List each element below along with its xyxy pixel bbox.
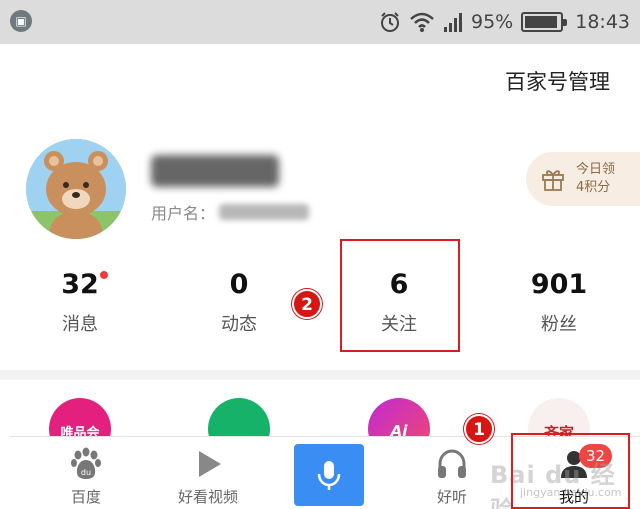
battery-icon xyxy=(521,12,568,32)
svg-text:du: du xyxy=(81,468,91,477)
microphone-icon xyxy=(317,461,341,490)
alarm-icon xyxy=(381,12,399,32)
stat-label: 粉丝 xyxy=(541,314,577,335)
gift-icon xyxy=(542,170,564,191)
nav-label: 好看视频 xyxy=(177,488,238,506)
baijiahao-manage-link[interactable]: 百家号管理 xyxy=(505,66,610,96)
screenshot-notification-icon: ▣ xyxy=(10,10,32,32)
nav-label: 百度 xyxy=(70,488,101,506)
username-label: 用户名： xyxy=(151,204,216,223)
step-marker-1: 1 xyxy=(464,414,494,444)
stat-label: 消息 xyxy=(62,314,98,335)
stat-value: 0 xyxy=(229,269,249,300)
bear-avatar-icon xyxy=(26,139,126,239)
stat-value: 901 xyxy=(530,269,588,300)
reward-line1: 今日领 xyxy=(576,162,616,177)
unread-dot xyxy=(99,271,108,279)
battery-percent: 95% xyxy=(471,11,514,33)
daily-points-reward[interactable]: 今日领 4积分 xyxy=(526,152,640,206)
highlight-box-following xyxy=(340,239,460,352)
status-icons: 95% 18:43 xyxy=(379,0,630,44)
baidu-paw-icon: du xyxy=(71,447,101,479)
voice-search-button[interactable] xyxy=(294,444,364,506)
play-icon xyxy=(199,451,221,477)
battery-fill xyxy=(525,16,558,28)
stat-value: 32 xyxy=(61,269,99,300)
section-divider xyxy=(0,370,640,380)
stat-fans[interactable]: 901 粉丝 xyxy=(494,268,624,336)
step-marker-2: 2 xyxy=(292,289,322,319)
signal-icon xyxy=(444,13,462,32)
stat-messages[interactable]: 32 消息 xyxy=(15,268,145,336)
stat-label: 动态 xyxy=(221,314,257,335)
blurred-display-name xyxy=(151,155,279,187)
avatar[interactable] xyxy=(26,139,126,239)
headphones-icon xyxy=(438,449,466,478)
stat-posts[interactable]: 0 动态 xyxy=(174,268,304,336)
username-row: 用户名： xyxy=(151,200,310,224)
wifi-icon xyxy=(410,12,434,32)
reward-line2: 4积分 xyxy=(576,180,611,195)
blurred-username xyxy=(219,204,310,220)
status-bar: ▣ 95% 18:43 xyxy=(0,0,640,44)
clock: 18:43 xyxy=(575,11,630,33)
nav-baidu[interactable]: du 百度 xyxy=(31,437,141,509)
highlight-box-mine xyxy=(511,433,630,509)
nav-haokan-video[interactable]: 好看视频 xyxy=(153,437,263,509)
